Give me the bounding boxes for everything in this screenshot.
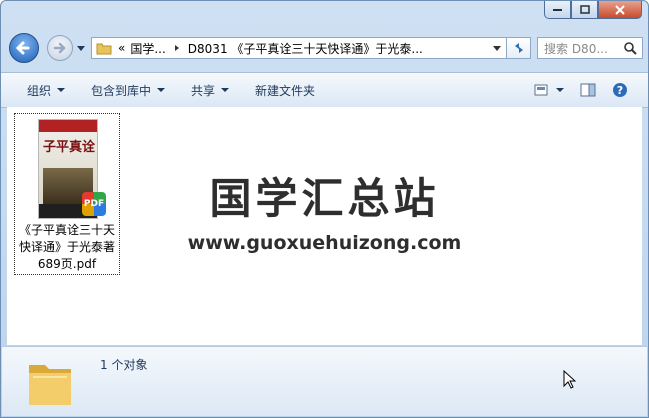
search-icon[interactable]: [623, 41, 637, 55]
watermark: 国学汇总站 www.guoxuehuizong.com: [7, 165, 642, 254]
preview-pane-icon: [580, 83, 596, 97]
svg-text:?: ?: [617, 84, 623, 97]
caption-buttons: [544, 1, 642, 19]
help-button[interactable]: ?: [604, 73, 648, 107]
folder-icon: [96, 43, 112, 55]
search-input[interactable]: 搜索 D80...: [537, 37, 643, 59]
explorer-window: « 国学... D8031 《子平真诠三十天快译通》于光泰... 搜索 D80.…: [0, 0, 649, 418]
folder-icon: [29, 365, 71, 405]
watermark-title: 国学汇总站: [209, 174, 440, 223]
chevron-down-icon[interactable]: [492, 44, 502, 52]
view-icon: [534, 84, 548, 96]
maximize-button[interactable]: [571, 1, 598, 19]
include-library-menu[interactable]: 包含到库中: [78, 73, 178, 107]
search-placeholder: 搜索 D80...: [544, 41, 608, 56]
caret-down-icon: [157, 88, 166, 92]
address-bar[interactable]: « 国学... D8031 《子平真诠三十天快译通》于光泰...: [91, 37, 507, 59]
breadcrumb-root[interactable]: 国学...: [130, 40, 165, 57]
item-count: 1 个对象: [100, 358, 148, 372]
address-row: « 国学... D8031 《子平真诠三十天快译通》于光泰... 搜索 D80.…: [7, 31, 643, 65]
details-pane: 1 个对象: [2, 346, 647, 416]
new-folder-label: 新建文件夹: [255, 83, 316, 98]
mouse-cursor-icon: [563, 370, 577, 389]
share-label: 共享: [191, 83, 216, 98]
breadcrumb-current[interactable]: D8031 《子平真诠三十天快译通》于光泰...: [188, 40, 423, 57]
caret-down-icon: [221, 88, 230, 92]
back-button[interactable]: [9, 33, 39, 63]
refresh-icon: [514, 43, 523, 53]
breadcrumb-overflow[interactable]: «: [118, 41, 125, 55]
watermark-url: www.guoxuehuizong.com: [187, 232, 462, 254]
cover-band: [39, 120, 97, 132]
minimize-button[interactable]: [544, 1, 571, 19]
organize-menu[interactable]: 组织: [1, 73, 78, 107]
new-folder-button[interactable]: 新建文件夹: [242, 73, 328, 107]
minimize-icon: [552, 8, 562, 11]
help-icon: ?: [613, 83, 627, 97]
cover-title: 子平真诠: [43, 140, 96, 155]
include-library-label: 包含到库中: [91, 83, 152, 98]
caret-down-icon: [57, 88, 66, 92]
forward-button[interactable]: [47, 35, 73, 61]
chevron-right-icon[interactable]: [172, 43, 182, 53]
command-bar: 组织 包含到库中 共享 新建文件夹 ?: [1, 72, 648, 108]
preview-pane-button[interactable]: [572, 73, 604, 107]
file-name-line: 689页.pdf: [37, 257, 97, 271]
arrow-right-icon: [53, 42, 66, 54]
close-button[interactable]: [598, 1, 642, 19]
view-options-button[interactable]: [526, 73, 572, 107]
share-menu[interactable]: 共享: [178, 73, 242, 107]
maximize-icon: [579, 4, 590, 14]
file-list-area[interactable]: 子平真诠 PDF 《子平真诠三十天 快译通》于光泰著 689页.pdf 国学汇总…: [7, 107, 642, 345]
organize-label: 组织: [27, 83, 52, 98]
refresh-button[interactable]: [507, 37, 531, 59]
recent-pages-dropdown[interactable]: [77, 44, 85, 52]
arrow-left-icon: [15, 41, 30, 55]
close-icon: [615, 4, 625, 15]
caret-down-icon: [556, 88, 564, 92]
